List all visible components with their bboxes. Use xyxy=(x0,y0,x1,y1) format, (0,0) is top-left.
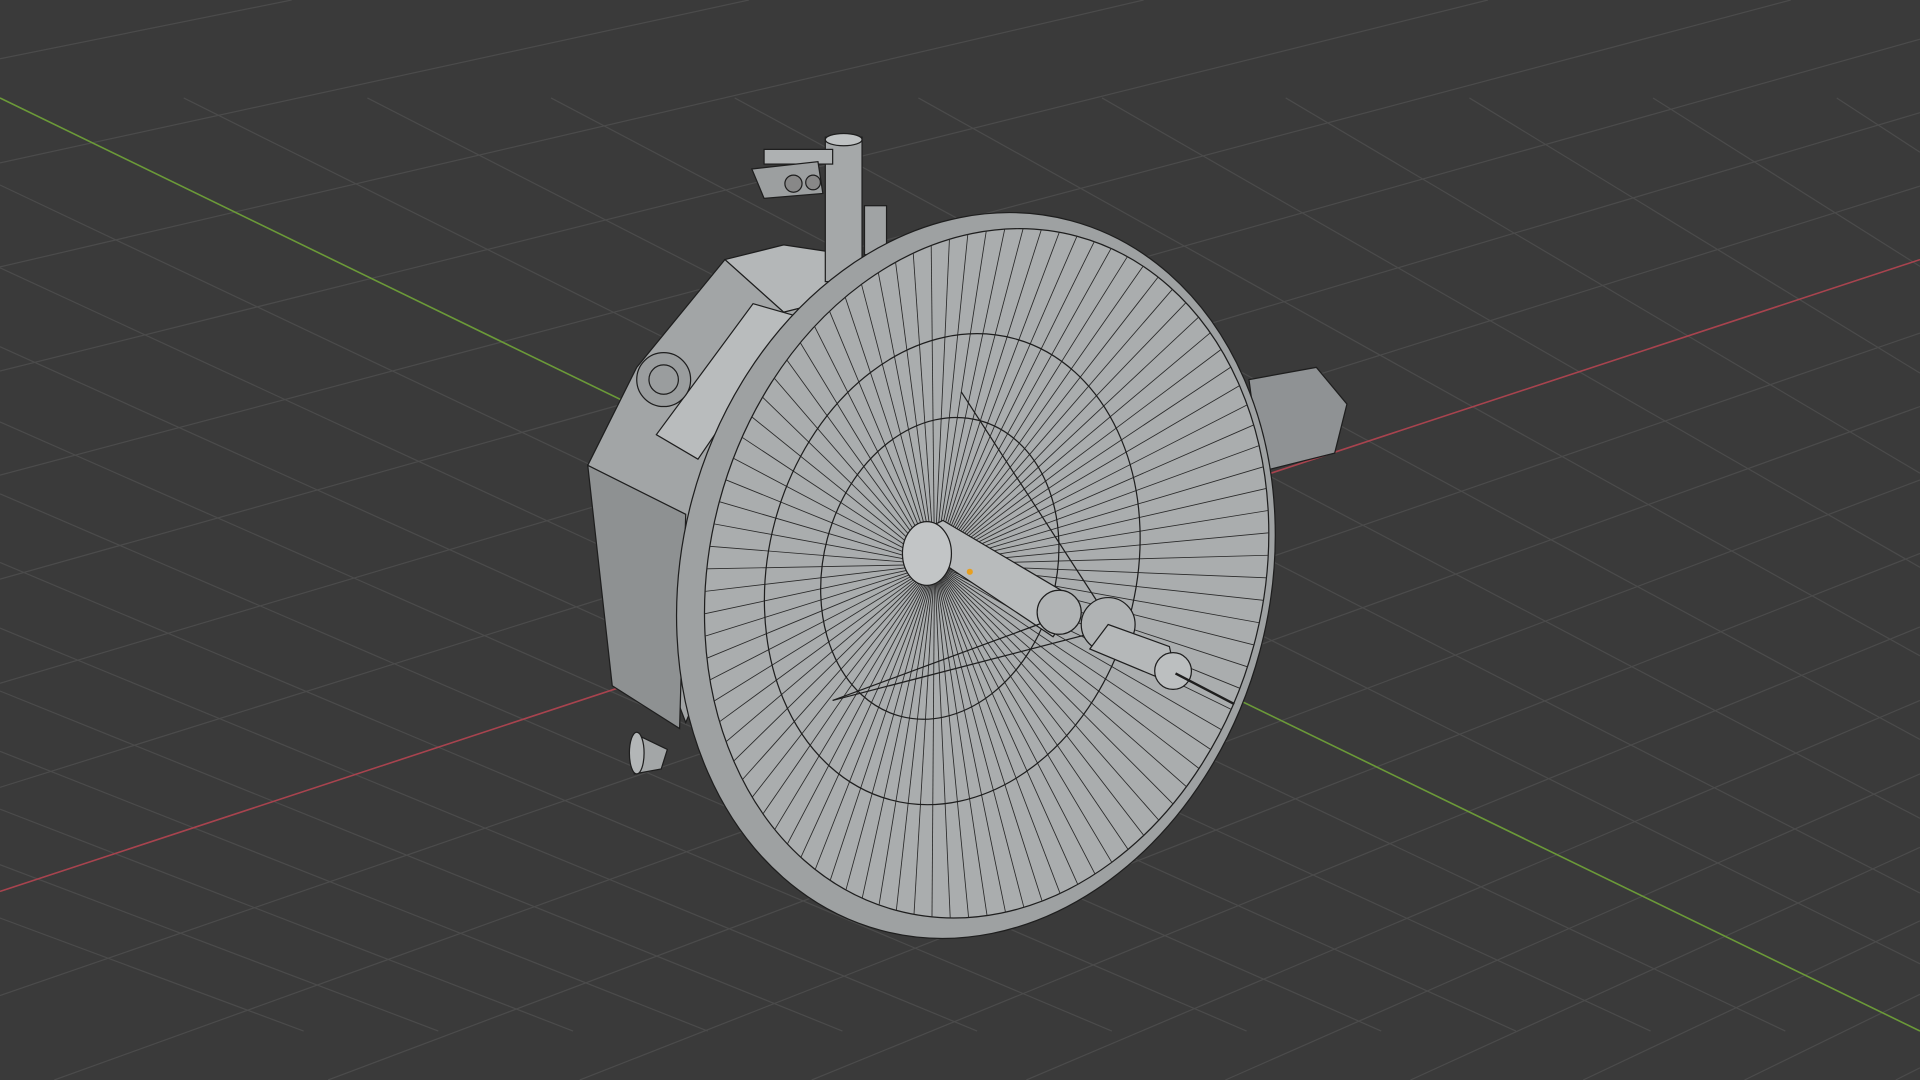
3d-viewport[interactable] xyxy=(0,0,1920,1080)
object-origin-icon xyxy=(966,568,973,575)
camera-lens-icon xyxy=(784,174,803,193)
sub-reflector xyxy=(1036,589,1082,635)
body-porthole xyxy=(636,352,692,408)
mast-arm xyxy=(763,148,834,165)
mast-top xyxy=(824,132,863,147)
camera-lens-icon xyxy=(805,174,822,191)
thruster-nozzle xyxy=(628,731,645,775)
probe-tip xyxy=(1154,652,1193,690)
feed-horn-mouth xyxy=(901,521,953,586)
